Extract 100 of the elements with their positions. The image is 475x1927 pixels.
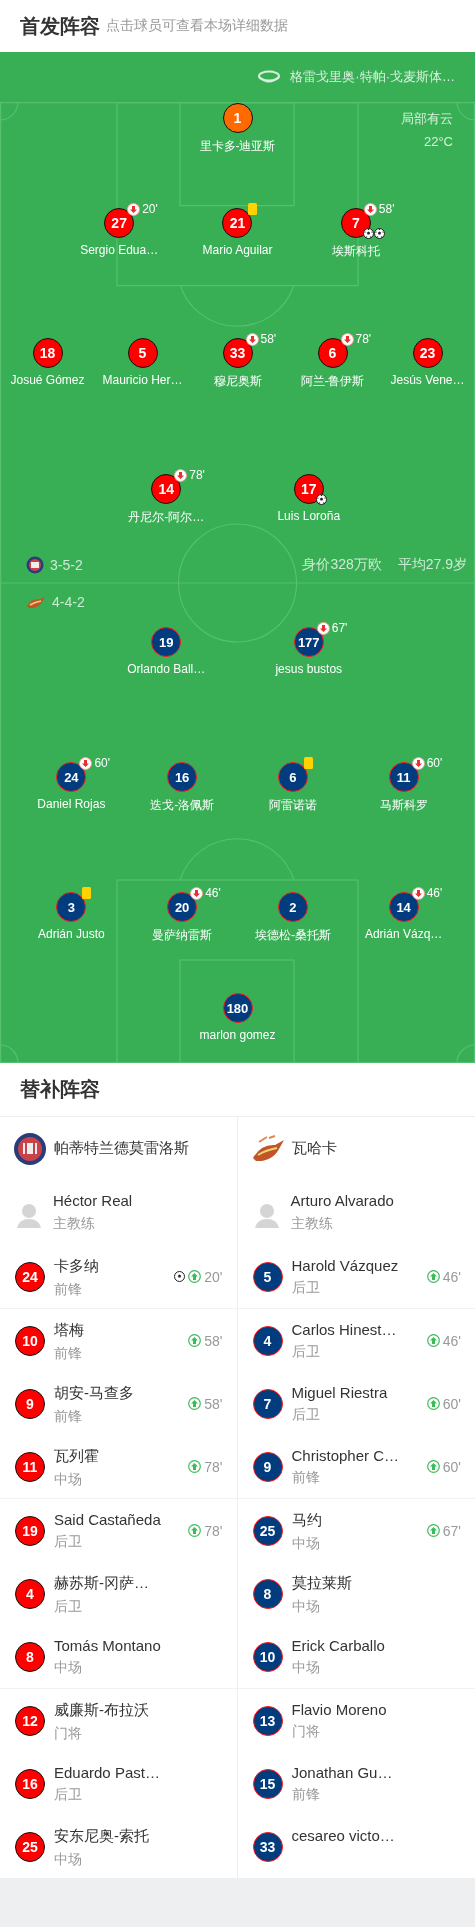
- player-number[interactable]: 23: [412, 338, 443, 368]
- substitution-minute: 78': [204, 1522, 223, 1539]
- player-number[interactable]: 14: [151, 474, 182, 504]
- player-number[interactable]: 4: [252, 1325, 283, 1356]
- player-position: 后卫: [54, 1533, 83, 1551]
- player-name: Jesús Vene…: [390, 373, 465, 387]
- player-name[interactable]: cesareo victo…: [291, 1827, 395, 1844]
- substitution-in-icon: [426, 1524, 440, 1537]
- player-name[interactable]: 塔梅: [54, 1321, 84, 1340]
- player-name[interactable]: Christopher C…: [291, 1447, 400, 1464]
- player-number[interactable]: 25: [15, 1831, 45, 1862]
- substitution-out-icon: [411, 757, 425, 770]
- player-position: 前锋: [291, 1786, 321, 1804]
- player-name[interactable]: Miguel Riestra: [291, 1384, 388, 1401]
- player-number[interactable]: 27: [104, 208, 135, 238]
- player-name[interactable]: 威廉斯-布拉沃: [54, 1701, 149, 1720]
- player-number[interactable]: 19: [15, 1515, 45, 1546]
- player-name[interactable]: 卡多纳: [54, 1257, 99, 1276]
- player-name[interactable]: 莫拉莱斯: [291, 1574, 352, 1593]
- coach-avatar-icon: [254, 1201, 279, 1228]
- coach-name: Arturo Alvarado: [290, 1192, 394, 1209]
- substitution-out-icon: [79, 757, 93, 770]
- substitution-minute: 46': [205, 886, 221, 900]
- player-number[interactable]: 3: [56, 892, 87, 922]
- player-name: 阿兰-鲁伊斯: [300, 373, 365, 390]
- player-name: 里卡多-迪亚斯: [199, 138, 276, 155]
- player-number[interactable]: 177: [293, 627, 324, 657]
- caution-card-icon: [303, 757, 313, 769]
- player-name: Daniel Rojas: [37, 797, 106, 811]
- player-name[interactable]: Harold Vázquez: [291, 1257, 399, 1274]
- player-number[interactable]: 9: [15, 1388, 45, 1419]
- player-number[interactable]: 7: [252, 1388, 283, 1419]
- substitution-out-icon: [190, 887, 204, 900]
- player-number[interactable]: 6: [277, 762, 308, 792]
- player-number[interactable]: 180: [222, 993, 253, 1023]
- player-number[interactable]: 8: [252, 1578, 283, 1609]
- player-name[interactable]: Said Castañeda: [54, 1511, 161, 1528]
- team-logo-icon: [26, 594, 46, 610]
- player-name: Luis Loroña: [277, 509, 341, 523]
- substitution-in-icon: [188, 1397, 202, 1410]
- player-number[interactable]: 14: [388, 892, 419, 922]
- player-name[interactable]: Eduardo Past…: [54, 1764, 160, 1781]
- player-number[interactable]: 24: [56, 762, 87, 792]
- player-number[interactable]: 33: [252, 1831, 283, 1862]
- player-number[interactable]: 25: [252, 1515, 283, 1546]
- player-number[interactable]: 18: [32, 338, 63, 368]
- player-name: jesus bustos: [275, 662, 343, 676]
- player-number[interactable]: 21: [222, 208, 253, 238]
- player-name[interactable]: 安东尼奥-索托: [54, 1827, 149, 1846]
- player-number[interactable]: 33: [222, 338, 253, 368]
- player-number[interactable]: 5: [127, 338, 158, 368]
- player-name[interactable]: 胡安-马查多: [54, 1384, 134, 1403]
- player-number[interactable]: 11: [15, 1451, 45, 1482]
- player-name[interactable]: Carlos Hinest…: [291, 1321, 397, 1338]
- player-name[interactable]: Flavio Moreno: [291, 1701, 387, 1718]
- player-name[interactable]: 马约: [291, 1511, 322, 1530]
- player-name[interactable]: Jonathan Gu…: [291, 1764, 393, 1781]
- substitution-in-icon: [188, 1334, 202, 1347]
- player-number[interactable]: 10: [15, 1325, 45, 1356]
- player-number[interactable]: 5: [252, 1261, 283, 1292]
- player-number[interactable]: 13: [252, 1705, 283, 1736]
- player-number[interactable]: 4: [15, 1578, 45, 1609]
- player-number[interactable]: 15: [252, 1768, 283, 1799]
- section-hint: 点击球员可查看本场详细数据: [106, 17, 288, 35]
- section-title: 首发阵容: [20, 13, 100, 39]
- substitution-in-icon: [426, 1334, 440, 1347]
- substitution-minute: 60': [442, 1458, 461, 1475]
- player-number[interactable]: 16: [15, 1768, 45, 1799]
- team-name: 帕蒂特兰德莫雷洛斯: [54, 1139, 189, 1158]
- player-number[interactable]: 16: [167, 762, 198, 792]
- player-name: 马斯科罗: [379, 797, 428, 814]
- player-number[interactable]: 20: [167, 892, 198, 922]
- player-number[interactable]: 8: [15, 1641, 45, 1672]
- player-number[interactable]: 10: [252, 1641, 283, 1672]
- player-number[interactable]: 19: [151, 627, 182, 657]
- player-position: 门将: [54, 1725, 83, 1743]
- player-number[interactable]: 9: [252, 1451, 283, 1482]
- player-name: 阿雷诺诺: [268, 797, 317, 814]
- substitution-minute: 58': [204, 1395, 223, 1412]
- substitution-minute: 78': [189, 468, 205, 482]
- player-number[interactable]: 17: [293, 474, 324, 504]
- player-number[interactable]: 12: [15, 1705, 45, 1736]
- player-number[interactable]: 6: [317, 338, 348, 368]
- substitution-out-icon: [411, 887, 425, 900]
- player-name[interactable]: Tomás Montano: [54, 1637, 161, 1654]
- player-name[interactable]: Erick Carballo: [291, 1637, 385, 1654]
- substitution-out-icon: [340, 333, 354, 346]
- player-name: marlon gomez: [199, 1028, 276, 1042]
- player-number[interactable]: 11: [388, 762, 419, 792]
- substitution-minute: 46': [442, 1268, 461, 1285]
- player-number[interactable]: 24: [15, 1261, 45, 1292]
- coach-role: 主教练: [290, 1215, 334, 1233]
- formation-text: 3-5-2: [50, 557, 83, 573]
- player-name: 埃德松-桑托斯: [254, 927, 331, 944]
- football-icon: [373, 228, 385, 239]
- player-number[interactable]: 2: [277, 892, 308, 922]
- player-name[interactable]: 瓦列霍: [54, 1447, 99, 1466]
- substitution-out-icon: [127, 203, 141, 216]
- player-name[interactable]: 赫苏斯-冈萨…: [54, 1574, 149, 1593]
- substitution-in-icon: [426, 1270, 440, 1283]
